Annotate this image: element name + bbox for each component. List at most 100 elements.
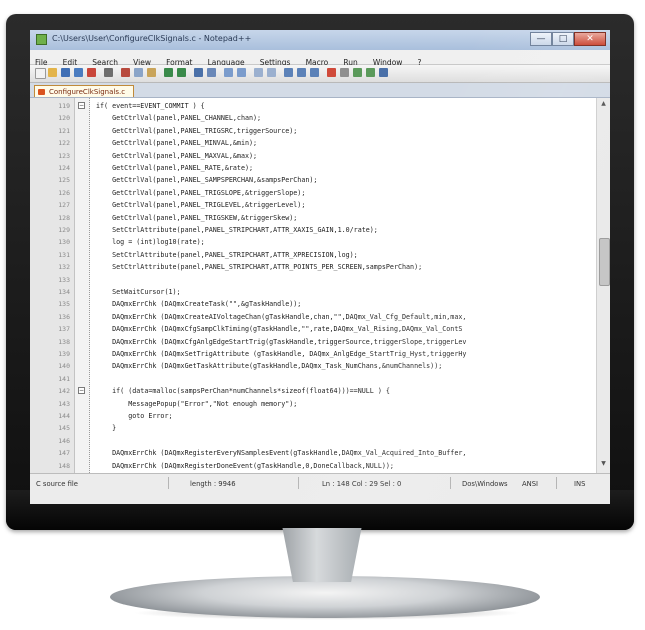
code-area[interactable]: 119 − if( event==EVENT_COMMIT ) { 120 GetCt… <box>30 98 596 473</box>
code-line[interactable]: 133 <box>30 274 596 286</box>
code-line[interactable]: 145 } <box>30 422 596 434</box>
line-number: 124 <box>58 164 70 172</box>
run-macro-multiple-icon[interactable] <box>366 68 375 77</box>
code-line[interactable]: 120 GetCtrlVal(panel,PANEL_CHANNEL,chan)… <box>30 112 596 124</box>
code-line[interactable]: 137 DAQmxErrChk (DAQmxCfgSampClkTiming(g… <box>30 323 596 335</box>
code-line[interactable]: 132 SetCtrlAttribute(panel,PANEL_STRIPCH… <box>30 261 596 273</box>
line-number: 140 <box>58 362 70 371</box>
code-line[interactable]: 134 SetWaitCursor(1); <box>30 286 596 298</box>
vertical-scrollbar[interactable]: ▲ ▼ <box>596 98 610 473</box>
code-line[interactable]: 124 GetCtrlVal(panel,PANEL_RATE,&rate); <box>30 162 596 174</box>
code-line[interactable]: 122 GetCtrlVal(panel,PANEL_MINVAL,&min); <box>30 137 596 149</box>
code-text: } <box>96 424 117 433</box>
zoom-in-icon[interactable] <box>224 68 233 77</box>
line-number: 145 <box>58 424 70 433</box>
code-line[interactable]: 125 GetCtrlVal(panel,PANEL_SAMPSPERCHAN,… <box>30 174 596 186</box>
close-file-icon[interactable] <box>87 68 96 77</box>
undo-icon[interactable] <box>164 68 173 77</box>
code-line[interactable]: 144 goto Error; <box>30 410 596 422</box>
minimize-button[interactable]: — <box>530 32 552 46</box>
code-text: GetCtrlVal(panel,PANEL_RATE,&rate); <box>96 164 254 172</box>
code-line[interactable]: 123 GetCtrlVal(panel,PANEL_MAXVAL,&max); <box>30 150 596 162</box>
toolbar <box>30 65 610 83</box>
record-macro-icon[interactable] <box>327 68 336 77</box>
code-line[interactable]: 128 GetCtrlVal(panel,PANEL_TRIGSKEW,&tri… <box>30 212 596 224</box>
cut-icon[interactable] <box>121 68 130 77</box>
code-line[interactable]: 146 <box>30 435 596 447</box>
sync-horizontal-icon[interactable] <box>267 68 276 77</box>
sync-vertical-icon[interactable] <box>254 68 263 77</box>
code-line[interactable]: 127 GetCtrlVal(panel,PANEL_TRIGLEVEL,&tr… <box>30 199 596 211</box>
fold-toggle-icon[interactable]: − <box>78 102 85 109</box>
code-line[interactable]: 148 DAQmxErrChk (DAQmxRegisterDoneEvent(… <box>30 460 596 472</box>
code-text: GetCtrlVal(panel,PANEL_CHANNEL,chan); <box>96 114 262 123</box>
code-text: if( (data=malloc(sampsPerChan*numChannel… <box>96 387 390 396</box>
save-macro-icon[interactable] <box>379 68 388 77</box>
line-number: 131 <box>58 250 70 259</box>
code-text: SetCtrlAttribute(panel,PANEL_STRIPCHART,… <box>96 250 358 259</box>
line-number: 144 <box>58 412 70 420</box>
monitor-stand-base <box>110 576 540 618</box>
code-text: GetCtrlVal(panel,PANEL_TRIGLEVEL,&trigge… <box>96 201 306 210</box>
play-macro-icon[interactable] <box>353 68 362 77</box>
code-line[interactable]: 136 DAQmxErrChk (DAQmxCreateAIVoltageCha… <box>30 311 596 323</box>
show-all-chars-icon[interactable] <box>297 68 306 77</box>
code-line[interactable]: 147 DAQmxErrChk (DAQmxRegisterEveryNSamp… <box>30 447 596 459</box>
line-number: 142 <box>58 387 70 396</box>
indent-guide-icon[interactable] <box>310 68 319 77</box>
window-titlebar[interactable]: C:\Users\User\ConfigureClkSignals.c - No… <box>30 30 610 50</box>
code-text: if( event==EVENT_COMMIT ) { <box>96 102 205 110</box>
maximize-button[interactable]: □ <box>552 32 574 46</box>
save-all-icon[interactable] <box>74 68 83 77</box>
replace-icon[interactable] <box>207 68 216 77</box>
save-icon[interactable] <box>61 68 70 77</box>
window-title: C:\Users\User\ConfigureClkSignals.c - No… <box>52 34 252 43</box>
paste-icon[interactable] <box>147 68 156 77</box>
fold-toggle-icon[interactable]: − <box>78 387 85 395</box>
code-text: MessagePopup("Error","Not enough memory"… <box>96 399 298 408</box>
line-number: 119 <box>58 102 70 110</box>
line-number: 135 <box>58 300 70 309</box>
code-editor[interactable]: 119 − if( event==EVENT_COMMIT ) { 120 GetCt… <box>30 98 610 473</box>
code-line[interactable]: 140 DAQmxErrChk (DAQmxGetTaskAttribute(g… <box>30 360 596 372</box>
redo-icon[interactable] <box>177 68 186 77</box>
copy-icon[interactable] <box>134 68 143 77</box>
code-text: DAQmxErrChk (DAQmxCreateTask("",&gTaskHa… <box>96 300 302 309</box>
code-line[interactable]: 131 SetCtrlAttribute(panel,PANEL_STRIPCH… <box>30 249 596 261</box>
monitor-screen: C:\Users\User\ConfigureClkSignals.c - No… <box>30 30 610 504</box>
tab-file[interactable]: ConfigureClkSignals.c <box>34 85 135 97</box>
scrollbar-thumb[interactable] <box>599 238 610 286</box>
line-number: 126 <box>58 188 70 197</box>
code-line[interactable]: 121 GetCtrlVal(panel,PANEL_TRIGSRC,trigg… <box>30 125 596 137</box>
close-button[interactable]: ✕ <box>574 32 606 46</box>
code-line[interactable]: 135 DAQmxErrChk (DAQmxCreateTask("",&gTa… <box>30 298 596 310</box>
code-line[interactable]: 141 <box>30 373 596 385</box>
code-text: GetCtrlVal(panel,PANEL_MAXVAL,&max); <box>96 151 258 160</box>
code-line[interactable]: 129 SetCtrlAttribute(panel,PANEL_STRIPCH… <box>30 224 596 236</box>
scroll-down-arrow-icon[interactable]: ▼ <box>599 460 608 469</box>
status-separator <box>168 477 169 489</box>
word-wrap-icon[interactable] <box>284 68 293 77</box>
code-line[interactable]: 119 − if( event==EVENT_COMMIT ) { <box>30 100 596 112</box>
new-file-icon[interactable] <box>35 68 46 79</box>
status-file-type: C source file <box>36 480 78 488</box>
line-number: 147 <box>58 449 70 458</box>
zoom-out-icon[interactable] <box>237 68 246 77</box>
code-line[interactable]: 142− if( (data=malloc(sampsPerChan*numCh… <box>30 385 596 397</box>
scroll-up-arrow-icon[interactable]: ▲ <box>599 100 608 109</box>
line-number: 138 <box>58 337 70 346</box>
print-icon[interactable] <box>104 68 113 77</box>
code-line[interactable]: 138 DAQmxErrChk (DAQmxCfgAnlgEdgeStartTr… <box>30 336 596 348</box>
stop-macro-icon[interactable] <box>340 68 349 77</box>
code-line[interactable]: 139 DAQmxErrChk (DAQmxSetTrigAttribute (… <box>30 348 596 360</box>
code-line[interactable]: 126 GetCtrlVal(panel,PANEL_TRIGSLOPE,&tr… <box>30 187 596 199</box>
find-icon[interactable] <box>194 68 203 77</box>
code-line[interactable]: 143 MessagePopup("Error","Not enough mem… <box>30 398 596 410</box>
open-folder-icon[interactable] <box>48 68 57 77</box>
status-encoding: ANSI <box>522 480 539 488</box>
code-line[interactable]: 130 log = (int)log10(rate); <box>30 236 596 248</box>
line-number: 130 <box>58 238 70 247</box>
line-number: 133 <box>58 275 70 284</box>
line-number: 137 <box>58 325 70 334</box>
line-number: 125 <box>58 176 70 185</box>
